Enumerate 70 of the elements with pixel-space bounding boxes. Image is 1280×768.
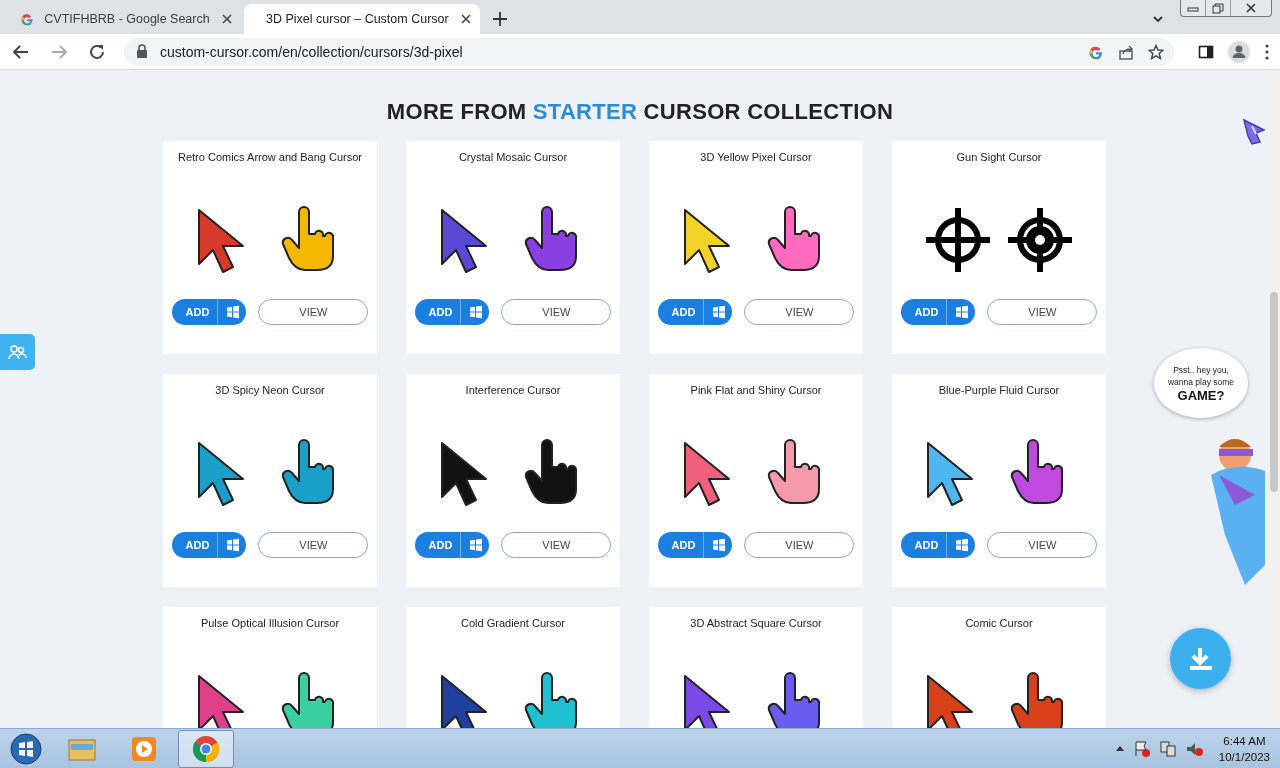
cursor-icon[interactable] [1240, 116, 1268, 148]
windows-icon [955, 305, 970, 319]
close-icon[interactable] [458, 12, 473, 26]
bubble-text: Psst.. hey you, [1173, 363, 1229, 376]
windows-icon [712, 305, 727, 319]
card-title: Crystal Mosaic Cursor [458, 151, 568, 165]
windows-icon [226, 538, 241, 552]
bubble-text: GAME? [1177, 387, 1225, 403]
clock-time[interactable]: 6:44 AM [1223, 732, 1266, 749]
browser-tab[interactable]: 3D Pixel cursor – Custom Cursor [244, 4, 480, 34]
bubble-text: wanna play some [1167, 375, 1235, 388]
view-button[interactable]: VIEW [501, 532, 612, 558]
card-title: Pulse Optical Illusion Cursor [200, 617, 340, 631]
share-icon[interactable] [1118, 43, 1134, 60]
side-panel-icon[interactable] [1198, 43, 1214, 60]
chrome-icon [191, 733, 221, 764]
add-button[interactable]: ADD [657, 532, 733, 558]
address-bar[interactable]: custom-cursor.com/en/collection/cursors/3d-pixel [124, 37, 1174, 66]
card-title: Pink Flat and Shiny Cursor [690, 384, 822, 398]
menu-icon[interactable] [1264, 42, 1270, 61]
add-button[interactable]: ADD [171, 299, 247, 325]
add-button[interactable]: ADD [900, 299, 976, 325]
view-button[interactable]: VIEW [744, 532, 855, 558]
lock-icon [136, 44, 148, 59]
taskbar-app[interactable] [178, 729, 234, 768]
add-button[interactable]: ADD [414, 532, 490, 558]
restore-icon[interactable] [1212, 2, 1224, 14]
download-icon [1187, 645, 1214, 672]
google-icon [20, 11, 35, 27]
card-title: Blue-Purple Fluid Cursor [938, 384, 1060, 398]
reload-icon[interactable] [88, 42, 106, 61]
close-icon[interactable] [219, 12, 234, 26]
view-button[interactable]: VIEW [744, 299, 855, 325]
start-button-icon[interactable] [10, 732, 42, 765]
view-button[interactable]: VIEW [987, 532, 1098, 558]
back-arrow-icon[interactable] [12, 42, 30, 61]
add-button[interactable]: ADD [900, 532, 976, 558]
view-button[interactable]: VIEW [501, 299, 612, 325]
card-title: Retro Comics Arrow and Bang Cursor [178, 151, 362, 165]
view-button[interactable]: VIEW [258, 299, 369, 325]
flag-icon[interactable] [1132, 739, 1151, 758]
card-title: Gun Sight Cursor [956, 151, 1042, 165]
add-button[interactable]: ADD [414, 299, 490, 325]
view-button[interactable]: VIEW [258, 532, 369, 558]
view-button[interactable]: VIEW [987, 299, 1098, 325]
windows-icon [469, 305, 484, 319]
windows-icon [469, 538, 484, 552]
card-title: 3D Spicy Neon Cursor [215, 384, 325, 398]
show-hidden-icons-icon[interactable] [1114, 744, 1125, 753]
plus-icon[interactable] [492, 11, 508, 27]
card-title: Cold Gradient Cursor [461, 617, 565, 631]
scrollbar[interactable] [1268, 70, 1280, 728]
card-title: Comic Cursor [965, 617, 1033, 631]
people-icon [8, 343, 27, 361]
windows-icon [226, 305, 241, 319]
browser-tab[interactable]: CVTIFHBRB - Google Search [8, 4, 244, 34]
close-icon[interactable] [1245, 3, 1257, 13]
card-title: 3D Yellow Pixel Cursor [700, 151, 812, 165]
star-icon[interactable] [1148, 43, 1164, 60]
clock-date[interactable]: 10/1/2023 [1218, 748, 1270, 765]
windows-icon [955, 538, 970, 552]
add-button[interactable]: ADD [171, 532, 247, 558]
add-button[interactable]: ADD [657, 299, 733, 325]
windows-icon [712, 538, 727, 552]
card-title: 3D Abstract Square Cursor [690, 617, 822, 631]
section-heading: MORE FROM STARTER CURSOR COLLECTION [386, 99, 894, 124]
chevron-down-icon[interactable] [1152, 14, 1164, 24]
card-title: Interference Cursor [465, 384, 561, 398]
network-icon[interactable] [1158, 739, 1177, 758]
profile-avatar-icon[interactable] [1228, 40, 1250, 63]
